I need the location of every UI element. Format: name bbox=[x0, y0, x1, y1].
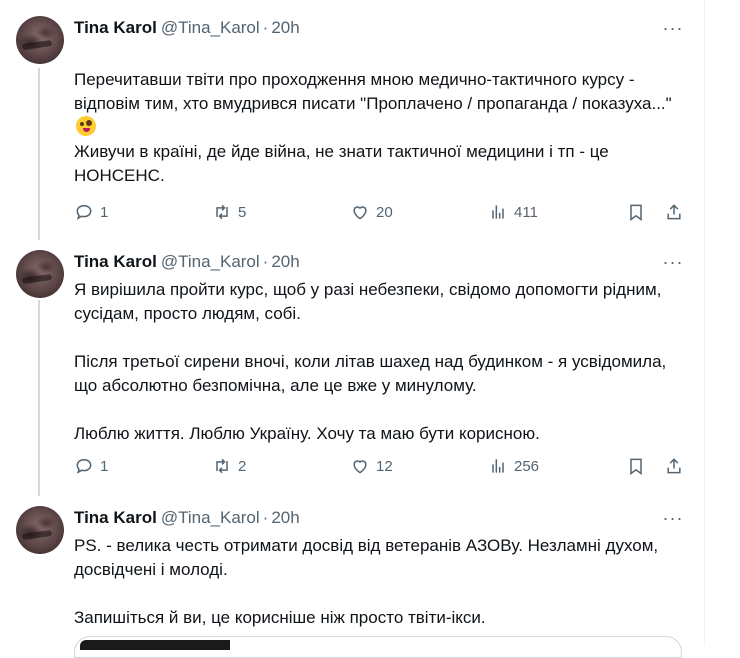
tweet-text: Перечитавши твіти про проходження мною м… bbox=[74, 44, 684, 140]
share-icon bbox=[667, 458, 681, 474]
tweet-actions: 1 5 20 411 bbox=[74, 200, 686, 224]
reply-button[interactable]: 1 bbox=[74, 200, 108, 224]
views-button[interactable]: 411 bbox=[488, 200, 538, 224]
author-name[interactable]: Tina Karol bbox=[74, 508, 157, 528]
reply-icon bbox=[76, 204, 92, 220]
views-button[interactable]: 256 bbox=[488, 454, 539, 478]
tweet-text-paragraph: Живучи в країні, де йде війна, не знати … bbox=[74, 142, 609, 185]
reply-count: 1 bbox=[100, 203, 109, 221]
retweet-button[interactable]: 2 bbox=[212, 454, 246, 478]
more-options-icon[interactable]: ··· bbox=[662, 508, 684, 528]
heart-icon bbox=[353, 460, 367, 474]
tweet[interactable]: Tina Karol @Tina_Karol · 20h ··· Перечит… bbox=[0, 0, 704, 240]
retweet-count: 5 bbox=[238, 203, 247, 221]
media-card-image[interactable] bbox=[80, 640, 230, 650]
retweet-icon bbox=[216, 458, 228, 474]
reply-button[interactable]: 1 bbox=[74, 454, 108, 478]
tweet-header: Tina Karol @Tina_Karol · 20h bbox=[74, 508, 300, 528]
avatar[interactable] bbox=[16, 250, 64, 298]
timeline-border bbox=[704, 0, 705, 646]
zany-face-emoji bbox=[76, 116, 96, 136]
reply-count: 1 bbox=[100, 457, 109, 475]
more-options-icon[interactable]: ··· bbox=[662, 18, 684, 38]
views-count: 411 bbox=[514, 203, 538, 221]
timestamp[interactable]: 20h bbox=[271, 252, 299, 272]
more-options-icon[interactable]: ··· bbox=[662, 252, 684, 272]
share-button[interactable] bbox=[664, 454, 684, 478]
tweet-text: Я вирішила пройти курс, щоб у разі небез… bbox=[74, 280, 667, 443]
timestamp[interactable]: 20h bbox=[271, 18, 299, 38]
tweet-actions: 1 2 12 256 bbox=[74, 454, 686, 478]
retweet-count: 2 bbox=[238, 457, 247, 475]
tweet-header: Tina Karol @Tina_Karol · 20h bbox=[74, 18, 300, 38]
author-handle[interactable]: @Tina_Karol bbox=[161, 508, 260, 528]
bookmark-button[interactable] bbox=[626, 200, 646, 224]
tweet[interactable]: Tina Karol @Tina_Karol · 20h ··· Я виріш… bbox=[0, 240, 704, 496]
separator-dot: · bbox=[262, 18, 269, 37]
like-button[interactable]: 20 bbox=[350, 200, 393, 224]
author-name[interactable]: Tina Karol bbox=[74, 18, 157, 38]
heart-icon bbox=[353, 206, 367, 220]
views-count: 256 bbox=[514, 457, 540, 475]
views-chart-icon bbox=[492, 205, 504, 219]
avatar[interactable] bbox=[16, 16, 64, 64]
bookmark-button[interactable] bbox=[626, 454, 646, 478]
share-icon bbox=[667, 204, 681, 220]
author-handle[interactable]: @Tina_Karol bbox=[161, 18, 260, 38]
avatar[interactable] bbox=[16, 506, 64, 554]
share-button[interactable] bbox=[664, 200, 684, 224]
bookmark-icon bbox=[630, 204, 642, 221]
like-count: 20 bbox=[376, 203, 393, 221]
tweet[interactable]: Tina Karol @Tina_Karol · 20h ··· PS. - в… bbox=[0, 496, 704, 646]
separator-dot: · bbox=[262, 508, 269, 527]
retweet-button[interactable]: 5 bbox=[212, 200, 246, 224]
like-button[interactable]: 12 bbox=[350, 454, 393, 478]
tweet-header: Tina Karol @Tina_Karol · 20h bbox=[74, 252, 300, 272]
separator-dot: · bbox=[262, 252, 269, 271]
author-name[interactable]: Tina Karol bbox=[74, 252, 157, 272]
like-count: 12 bbox=[376, 457, 393, 475]
views-chart-icon bbox=[492, 459, 504, 473]
author-handle[interactable]: @Tina_Karol bbox=[161, 252, 260, 272]
retweet-icon bbox=[216, 204, 228, 220]
reply-icon bbox=[76, 458, 92, 474]
timestamp[interactable]: 20h bbox=[271, 508, 299, 528]
tweet-text: PS. - велика честь отримати досвід від в… bbox=[74, 536, 659, 627]
tweet-text-part: Перечитавши твіти про проходження мною м… bbox=[74, 70, 672, 113]
bookmark-icon bbox=[630, 458, 642, 475]
